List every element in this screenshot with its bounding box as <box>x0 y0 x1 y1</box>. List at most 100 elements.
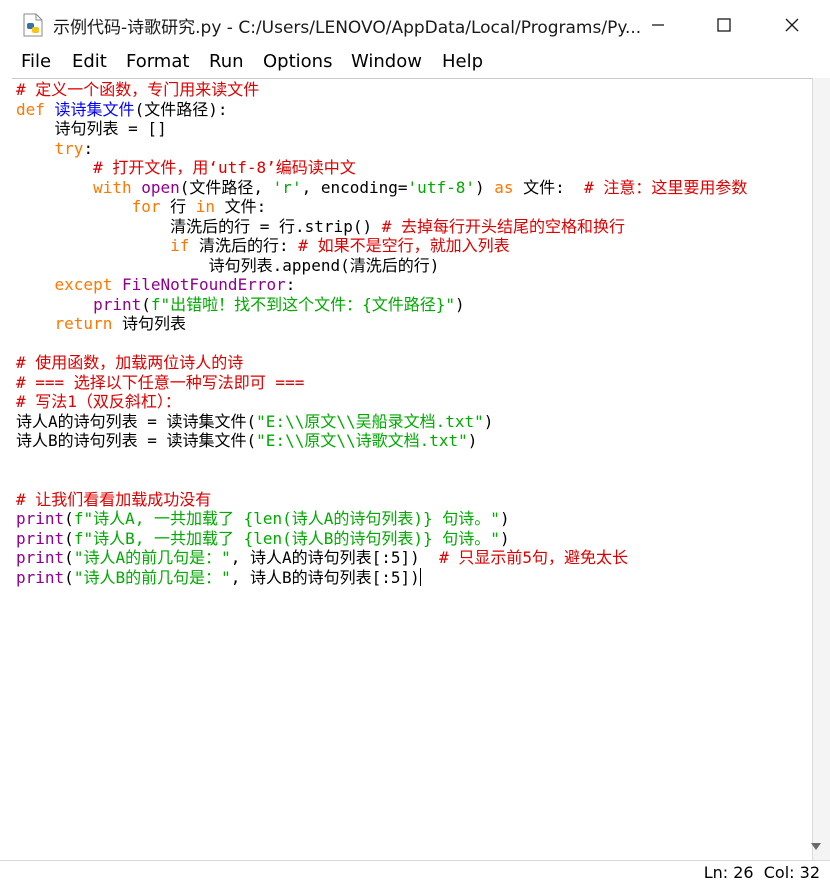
code-token: 诗人A的诗句列表 = 读诗集文件( <box>16 411 257 431</box>
code-token: ) <box>455 294 465 314</box>
code-token: # 如果不是空行，就加入列表 <box>298 236 510 255</box>
menu-file[interactable]: File <box>21 51 51 72</box>
code-token: "诗人A的前几句是：" <box>73 548 231 567</box>
code-token: : <box>285 275 296 294</box>
menu-bar: File Edit Format Run Options Window Help <box>0 49 830 78</box>
code-token: # 注意：这里要用参数 <box>584 177 748 197</box>
code-token: 文件: <box>513 177 585 197</box>
code-line[interactable]: def 读诗集文件(文件路径): <box>16 100 227 120</box>
code-line[interactable]: # 打开文件，用‘utf-8’编码读中文 <box>16 158 356 178</box>
code-token: 诗人B的诗句列表 = 读诗集文件( <box>16 431 257 450</box>
code-line[interactable]: # 让我们看看加载成功没有 <box>16 490 211 510</box>
code-token: , 诗人A的诗句列表[:5]) <box>230 548 440 567</box>
menu-format[interactable]: Format <box>126 51 189 72</box>
code-token: try <box>54 138 84 158</box>
code-line[interactable]: with open(文件路径, 'r', encoding='utf-8') a… <box>16 178 747 198</box>
code-token: : <box>83 138 94 158</box>
menu-run[interactable]: Run <box>209 51 244 72</box>
code-line[interactable]: print(f"诗人B, 一共加载了 {len(诗人B的诗句列表)} 句诗。") <box>16 529 510 549</box>
code-token: print <box>16 528 65 548</box>
scroll-down-arrow-icon[interactable] <box>808 838 824 854</box>
code-token: def <box>16 99 45 119</box>
title-bar[interactable]: 示例代码-诗歌研究.py - C:/Users/LENOVO/AppData/L… <box>0 0 830 49</box>
code-token: 诗句列表.append(清洗后的行) <box>16 255 440 275</box>
code-token: "诗人B的前几句是：" <box>73 567 231 587</box>
code-line[interactable]: 诗人A的诗句列表 = 读诗集文件("E:\\原文\\吴船录文档.txt") <box>16 412 493 432</box>
code-token: ( <box>64 509 74 528</box>
menu-edit[interactable]: Edit <box>72 51 107 72</box>
code-line[interactable]: print("诗人B的前几句是：", 诗人B的诗句列表[:5]) <box>16 567 421 588</box>
code-line[interactable]: print("诗人A的前几句是：", 诗人A的诗句列表[:5]) # 只显示前5… <box>16 548 628 568</box>
code-token: ) <box>474 177 495 197</box>
code-line[interactable]: try: <box>16 138 94 159</box>
code-token: , encoding= <box>301 177 408 197</box>
code-token: 清洗后的行: <box>189 236 299 255</box>
code-token: (文件路径): <box>134 99 228 119</box>
vertical-scrollbar[interactable] <box>812 78 830 868</box>
window-title: 示例代码-诗歌研究.py - C:/Users/LENOVO/AppData/L… <box>53 18 642 38</box>
minimize-button[interactable] <box>628 0 688 49</box>
code-line[interactable]: # 使用函数，加载两位诗人的诗 <box>16 353 243 373</box>
code-token: # 写法1（双反斜杠）： <box>16 392 181 411</box>
code-token: f"出错啦！找不到这个文件：{文件路径}" <box>150 294 456 314</box>
menu-options[interactable]: Options <box>263 51 332 72</box>
code-token: print <box>16 548 65 567</box>
code-token: "E:\\原文\\吴船录文档.txt" <box>256 411 484 431</box>
code-token: ( <box>64 548 74 567</box>
code-line[interactable]: return 诗句列表 <box>16 314 186 334</box>
code-token: 读诗集文件 <box>54 99 135 119</box>
close-button[interactable] <box>762 0 822 49</box>
code-token: # === 选择以下任意一种写法即可 === <box>16 372 305 392</box>
status-col: Col: 32 <box>763 863 820 882</box>
cursor-position: Ln: 26 Col: 32 <box>704 863 820 882</box>
code-line[interactable]: except FileNotFoundError: <box>16 275 296 295</box>
menu-window[interactable]: Window <box>351 51 422 72</box>
code-line[interactable]: 诗句列表.append(清洗后的行) <box>16 255 440 276</box>
code-token: FileNotFoundError <box>121 275 286 294</box>
code-line[interactable]: print(f"出错啦！找不到这个文件：{文件路径}") <box>16 295 465 315</box>
code-token: ( <box>64 567 74 587</box>
code-line[interactable]: 诗句列表 = [] <box>16 119 167 139</box>
code-line[interactable]: # 写法1（双反斜杠）： <box>16 392 181 412</box>
maximize-button[interactable] <box>694 0 754 49</box>
code-token: print <box>93 294 142 314</box>
code-token: ) <box>499 528 510 548</box>
code-token: 诗句列表 = [] <box>16 119 167 138</box>
code-token: # 让我们看看加载成功没有 <box>16 489 212 509</box>
code-token: ( <box>64 528 74 548</box>
code-line[interactable]: print(f"诗人A, 一共加载了 {len(诗人A的诗句列表)} 句诗。") <box>16 509 510 529</box>
code-token: # 只显示前5句，避免太长 <box>439 548 628 567</box>
code-token: ) <box>499 509 510 528</box>
code-line[interactable]: # === 选择以下任意一种写法即可 === <box>16 373 304 393</box>
code-token: 'utf-8' <box>407 177 475 197</box>
code-line[interactable]: for 行 in 文件: <box>16 197 267 217</box>
code-token: as <box>494 177 514 197</box>
code-token: print <box>16 509 65 528</box>
code-line[interactable]: # 定义一个函数，专门用来读文件 <box>16 80 259 100</box>
code-token: in <box>195 197 216 216</box>
maximize-icon <box>717 17 731 32</box>
code-token: f"诗人A, 一共加载了 {len(诗人A的诗句列表)} 句诗。" <box>73 509 500 528</box>
code-line[interactable]: 清洗后的行 = 行.strip() # 去掉每行开头结尾的空格和换行 <box>16 217 625 237</box>
status-line: Ln: 26 <box>703 863 754 882</box>
status-bar: Ln: 26 Col: 32 <box>0 860 830 884</box>
code-token: return <box>54 314 113 333</box>
code-token: 清洗后的行 = 行.strip() <box>16 216 382 236</box>
code-token: open <box>141 177 180 197</box>
code-token: 行 <box>160 197 196 216</box>
code-token: , 诗人B的诗句列表[:5]) <box>230 567 420 587</box>
code-token: # 定义一个函数，专门用来读文件 <box>16 80 260 99</box>
menu-help[interactable]: Help <box>442 51 483 72</box>
code-line[interactable]: 诗人B的诗句列表 = 读诗集文件("E:\\原文\\诗歌文档.txt") <box>16 431 477 451</box>
code-editor[interactable]: # 定义一个函数，专门用来读文件 def 读诗集文件(文件路径): 诗句列表 = … <box>12 78 812 859</box>
code-line[interactable]: if 清洗后的行: # 如果不是空行，就加入列表 <box>16 236 510 256</box>
code-token: print <box>16 567 65 587</box>
code-token: except <box>54 275 113 294</box>
